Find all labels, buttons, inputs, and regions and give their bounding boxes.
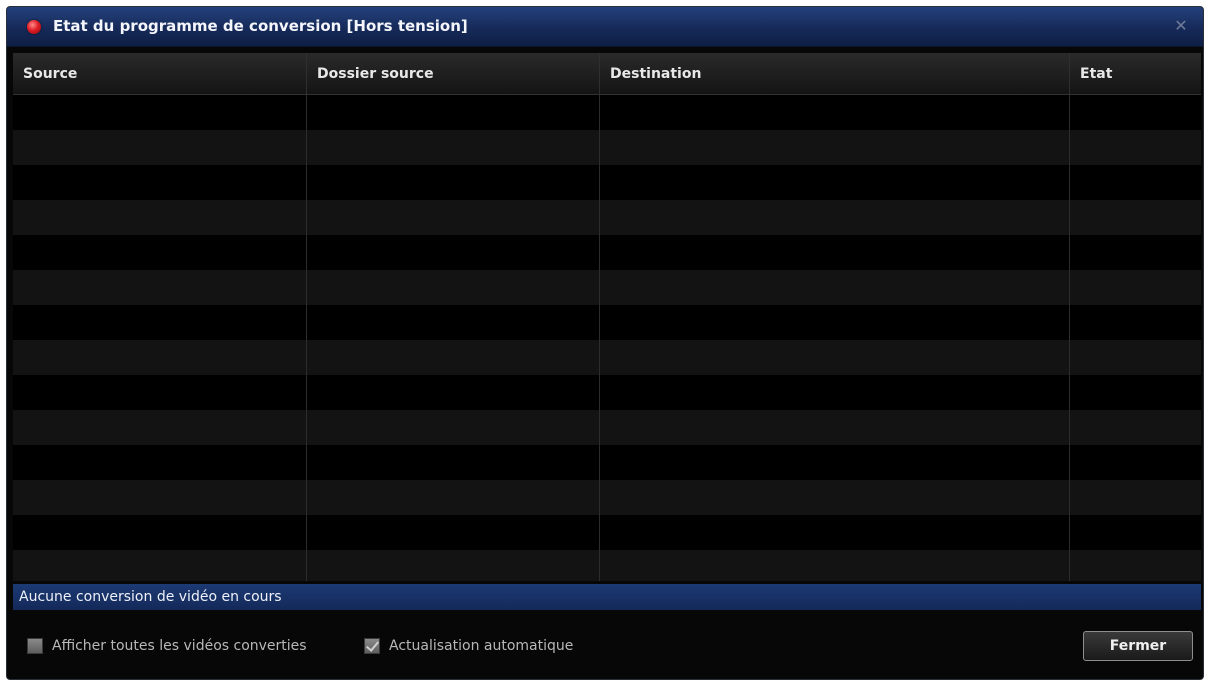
table-cell <box>1070 340 1201 375</box>
table-row <box>13 445 1201 480</box>
table-cell <box>307 480 600 515</box>
table-cell <box>600 515 1070 550</box>
table-cell <box>600 340 1070 375</box>
table-cell <box>307 270 600 305</box>
table-cell <box>600 445 1070 480</box>
column-header-destination[interactable]: Destination <box>600 53 1070 95</box>
table-cell <box>1070 375 1201 410</box>
table-cell <box>13 165 307 200</box>
table-cell <box>13 375 307 410</box>
table-cell <box>13 340 307 375</box>
table-cell <box>600 270 1070 305</box>
table-row <box>13 235 1201 270</box>
table-cell <box>13 200 307 235</box>
table-cell <box>1070 130 1201 165</box>
table-cell <box>13 445 307 480</box>
table-cell <box>307 550 600 581</box>
table-cell <box>1070 550 1201 581</box>
table-cell <box>13 410 307 445</box>
table-cell <box>1070 305 1201 340</box>
table-cell <box>307 95 600 130</box>
table-cell <box>13 270 307 305</box>
checkbox-box[interactable] <box>27 638 43 654</box>
table-cell <box>307 410 600 445</box>
table-cell <box>1070 515 1201 550</box>
table-cell <box>13 95 307 130</box>
table-cell <box>1070 410 1201 445</box>
table-row <box>13 200 1201 235</box>
table-cell <box>600 480 1070 515</box>
table-cell <box>1070 480 1201 515</box>
close-button[interactable]: Fermer <box>1083 631 1193 661</box>
table-cell <box>600 165 1070 200</box>
table-cell <box>600 375 1070 410</box>
status-dot-icon <box>27 20 41 34</box>
column-header-state[interactable]: Etat <box>1070 53 1201 95</box>
table-body <box>13 95 1201 581</box>
table-cell <box>600 130 1070 165</box>
table-cell <box>13 235 307 270</box>
table-cell <box>307 445 600 480</box>
table-cell <box>13 515 307 550</box>
table-cell <box>307 200 600 235</box>
table-cell <box>600 410 1070 445</box>
table-cell <box>1070 270 1201 305</box>
table-row <box>13 480 1201 515</box>
table-row <box>13 375 1201 410</box>
window-title: Etat du programme de conversion [Hors te… <box>53 17 468 35</box>
table-cell <box>600 235 1070 270</box>
table-row <box>13 130 1201 165</box>
show-all-videos-checkbox[interactable]: Afficher toutes les vidéos converties <box>27 637 307 655</box>
table-row <box>13 95 1201 130</box>
table-cell <box>1070 165 1201 200</box>
table-row <box>13 410 1201 445</box>
show-all-videos-label: Afficher toutes les vidéos converties <box>52 638 307 654</box>
table-row <box>13 515 1201 550</box>
table-cell <box>600 95 1070 130</box>
table-cell <box>13 550 307 581</box>
table-cell <box>307 515 600 550</box>
table-cell <box>307 340 600 375</box>
table-cell <box>1070 200 1201 235</box>
table-row <box>13 165 1201 200</box>
conversion-status-window: Etat du programme de conversion [Hors te… <box>6 6 1204 680</box>
close-icon[interactable]: ✕ <box>1171 16 1191 36</box>
column-header-source[interactable]: Source <box>13 53 307 95</box>
table-cell <box>307 165 600 200</box>
table-cell <box>307 130 600 165</box>
checkbox-box[interactable] <box>364 638 380 654</box>
table-cell <box>307 305 600 340</box>
conversion-table: Source Dossier source Destination Etat <box>13 53 1201 581</box>
table-cell <box>600 305 1070 340</box>
table-cell <box>1070 95 1201 130</box>
table-cell <box>600 550 1070 581</box>
table-cell <box>1070 235 1201 270</box>
status-bar: Aucune conversion de vidéo en cours <box>13 584 1201 610</box>
table-cell <box>13 305 307 340</box>
table-cell <box>307 235 600 270</box>
table-cell <box>1070 445 1201 480</box>
table-cell <box>13 130 307 165</box>
auto-refresh-label: Actualisation automatique <box>389 638 574 654</box>
table-header: Source Dossier source Destination Etat <box>13 53 1201 95</box>
table-row <box>13 340 1201 375</box>
table-row <box>13 270 1201 305</box>
title-bar: Etat du programme de conversion [Hors te… <box>7 7 1203 47</box>
table-row <box>13 550 1201 581</box>
auto-refresh-checkbox[interactable]: Actualisation automatique <box>364 637 573 655</box>
footer: Afficher toutes les vidéos converties Ac… <box>7 613 1203 679</box>
table-cell <box>600 200 1070 235</box>
column-header-source-folder[interactable]: Dossier source <box>307 53 600 95</box>
table-cell <box>307 375 600 410</box>
table-cell <box>13 480 307 515</box>
table-row <box>13 305 1201 340</box>
